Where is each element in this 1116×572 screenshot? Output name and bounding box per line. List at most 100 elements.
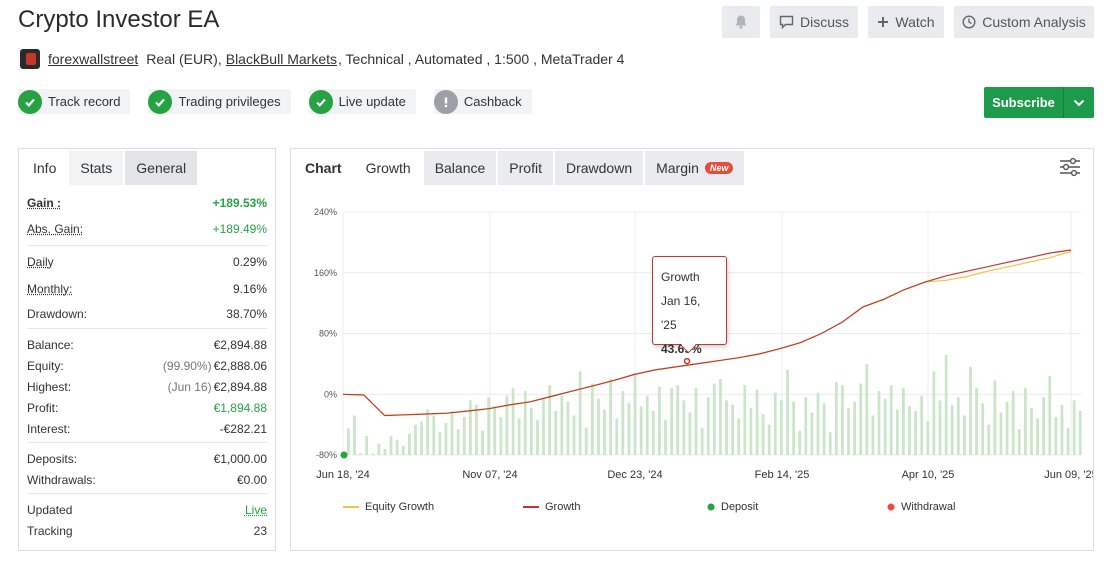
- stat-value: €1,894.88: [213, 400, 267, 415]
- bar: [420, 421, 423, 455]
- bar: [755, 389, 759, 455]
- x-tick-label: Dec 23, '24: [607, 469, 662, 481]
- bar: [902, 388, 905, 455]
- legend-label: Growth: [545, 501, 581, 513]
- badge-label: Trading privileges: [178, 94, 281, 109]
- bar: [645, 395, 649, 455]
- bar: [792, 401, 795, 455]
- settings-sliders-icon[interactable]: [1059, 157, 1081, 182]
- bar: [859, 383, 863, 455]
- bar: [773, 392, 777, 455]
- bar: [804, 397, 808, 455]
- stat-label: Profit:: [27, 400, 59, 415]
- bar: [426, 409, 430, 455]
- stat-value[interactable]: Live: [245, 503, 267, 517]
- bell-icon: [735, 15, 747, 29]
- tab-general[interactable]: General: [125, 151, 198, 185]
- legend-withdrawal[interactable]: Withdrawal: [887, 501, 955, 513]
- broker-link[interactable]: BlackBull Markets: [226, 51, 337, 67]
- bar: [950, 404, 954, 455]
- x-tick-label: Jun 18, '24: [316, 469, 369, 481]
- bar: [828, 432, 832, 455]
- bar: [737, 418, 741, 455]
- chevron-down-icon[interactable]: [1064, 99, 1094, 107]
- stat-label: Equity:: [27, 358, 64, 373]
- watch-button[interactable]: Watch: [868, 6, 944, 38]
- x-tick-label: Apr 10, '25: [902, 469, 955, 481]
- subscribe-button[interactable]: Subscribe: [984, 87, 1094, 118]
- check-icon: [308, 89, 333, 114]
- stats-panel: Info Stats General Gain : +189.53% Abs. …: [18, 148, 276, 551]
- legend-deposit[interactable]: Deposit: [707, 501, 758, 513]
- bar: [944, 354, 948, 455]
- clock-icon: [962, 15, 976, 29]
- bar: [572, 415, 576, 455]
- bar: [731, 404, 734, 455]
- chart-tooltip: Growth Jan 16, '25 43.69%: [652, 256, 727, 356]
- x-tick-label: Jun 09, '25: [1044, 469, 1093, 481]
- bar: [981, 403, 985, 455]
- bar: [877, 391, 881, 455]
- username-link[interactable]: forexwallstreet: [48, 51, 138, 67]
- bar: [767, 424, 771, 455]
- stat-label[interactable]: Abs. Gain:: [27, 222, 83, 236]
- stat-label[interactable]: Daily: [27, 255, 54, 269]
- stat-value: €0.00: [236, 472, 267, 487]
- exclamation-icon: [433, 89, 458, 114]
- bar: [395, 439, 399, 455]
- stat-equity: Equity: (99.90%) €2,888.06: [27, 355, 267, 376]
- bar: [816, 392, 820, 455]
- stat-withdrawals: Withdrawals: €0.00: [27, 469, 267, 490]
- stat-label: Balance:: [27, 337, 74, 352]
- chart-panel: Chart Growth Balance Profit Drawdown Mar…: [290, 148, 1094, 551]
- tab-growth[interactable]: Growth: [354, 151, 422, 185]
- tab-drawdown[interactable]: Drawdown: [554, 151, 644, 185]
- stat-value: €2,888.06: [213, 358, 267, 373]
- badge-label: Track record: [48, 94, 121, 109]
- tab-margin[interactable]: Margin New: [645, 151, 745, 185]
- bar: [548, 385, 552, 455]
- bar: [810, 412, 814, 455]
- tab-stats[interactable]: Stats: [69, 151, 124, 185]
- stat-label[interactable]: Gain :: [27, 196, 61, 210]
- bar: [749, 407, 753, 455]
- stat-updated: Updated Live: [27, 499, 267, 520]
- x-tick-label: Feb 14, '25: [755, 469, 810, 481]
- tab-info[interactable]: Info: [22, 151, 68, 185]
- custom-analysis-label: Custom Analysis: [982, 14, 1086, 30]
- bar: [414, 424, 417, 455]
- bar: [615, 418, 619, 455]
- tab-balance[interactable]: Balance: [423, 151, 497, 185]
- bar: [554, 410, 558, 455]
- stat-abs-gain: Abs. Gain: +189.49%: [27, 218, 267, 239]
- bar: [676, 385, 680, 455]
- bar: [383, 448, 387, 455]
- stat-value: 38.70%: [226, 306, 267, 321]
- bar: [920, 395, 924, 455]
- bar: [584, 427, 588, 455]
- bar: [359, 453, 362, 455]
- bar: [468, 400, 472, 455]
- custom-analysis-button[interactable]: Custom Analysis: [954, 6, 1094, 38]
- tab-profit[interactable]: Profit: [498, 151, 553, 185]
- bar: [621, 391, 625, 455]
- meta-details: , Technical , Automated , 1:500 , MetaTr…: [338, 51, 625, 67]
- badge-trading-privileges: Trading privileges: [148, 89, 291, 114]
- legend-growth[interactable]: Growth: [523, 501, 580, 513]
- notification-button[interactable]: [722, 6, 760, 38]
- bar: [517, 418, 521, 455]
- tab-label: Margin: [656, 160, 699, 176]
- bar: [487, 397, 491, 455]
- bar: [578, 371, 582, 455]
- stat-label[interactable]: Monthly:: [27, 282, 72, 296]
- discuss-button[interactable]: Discuss: [770, 6, 858, 38]
- bar: [963, 415, 966, 455]
- bar: [633, 372, 637, 455]
- legend-equity-growth[interactable]: Equity Growth: [343, 501, 434, 513]
- y-tick-label: 160%: [314, 268, 337, 278]
- bar: [706, 397, 710, 455]
- bar: [926, 421, 930, 455]
- x-tick-label: Nov 07, '24: [462, 469, 517, 481]
- tab-chart: Chart: [305, 160, 342, 176]
- avatar[interactable]: [20, 49, 40, 69]
